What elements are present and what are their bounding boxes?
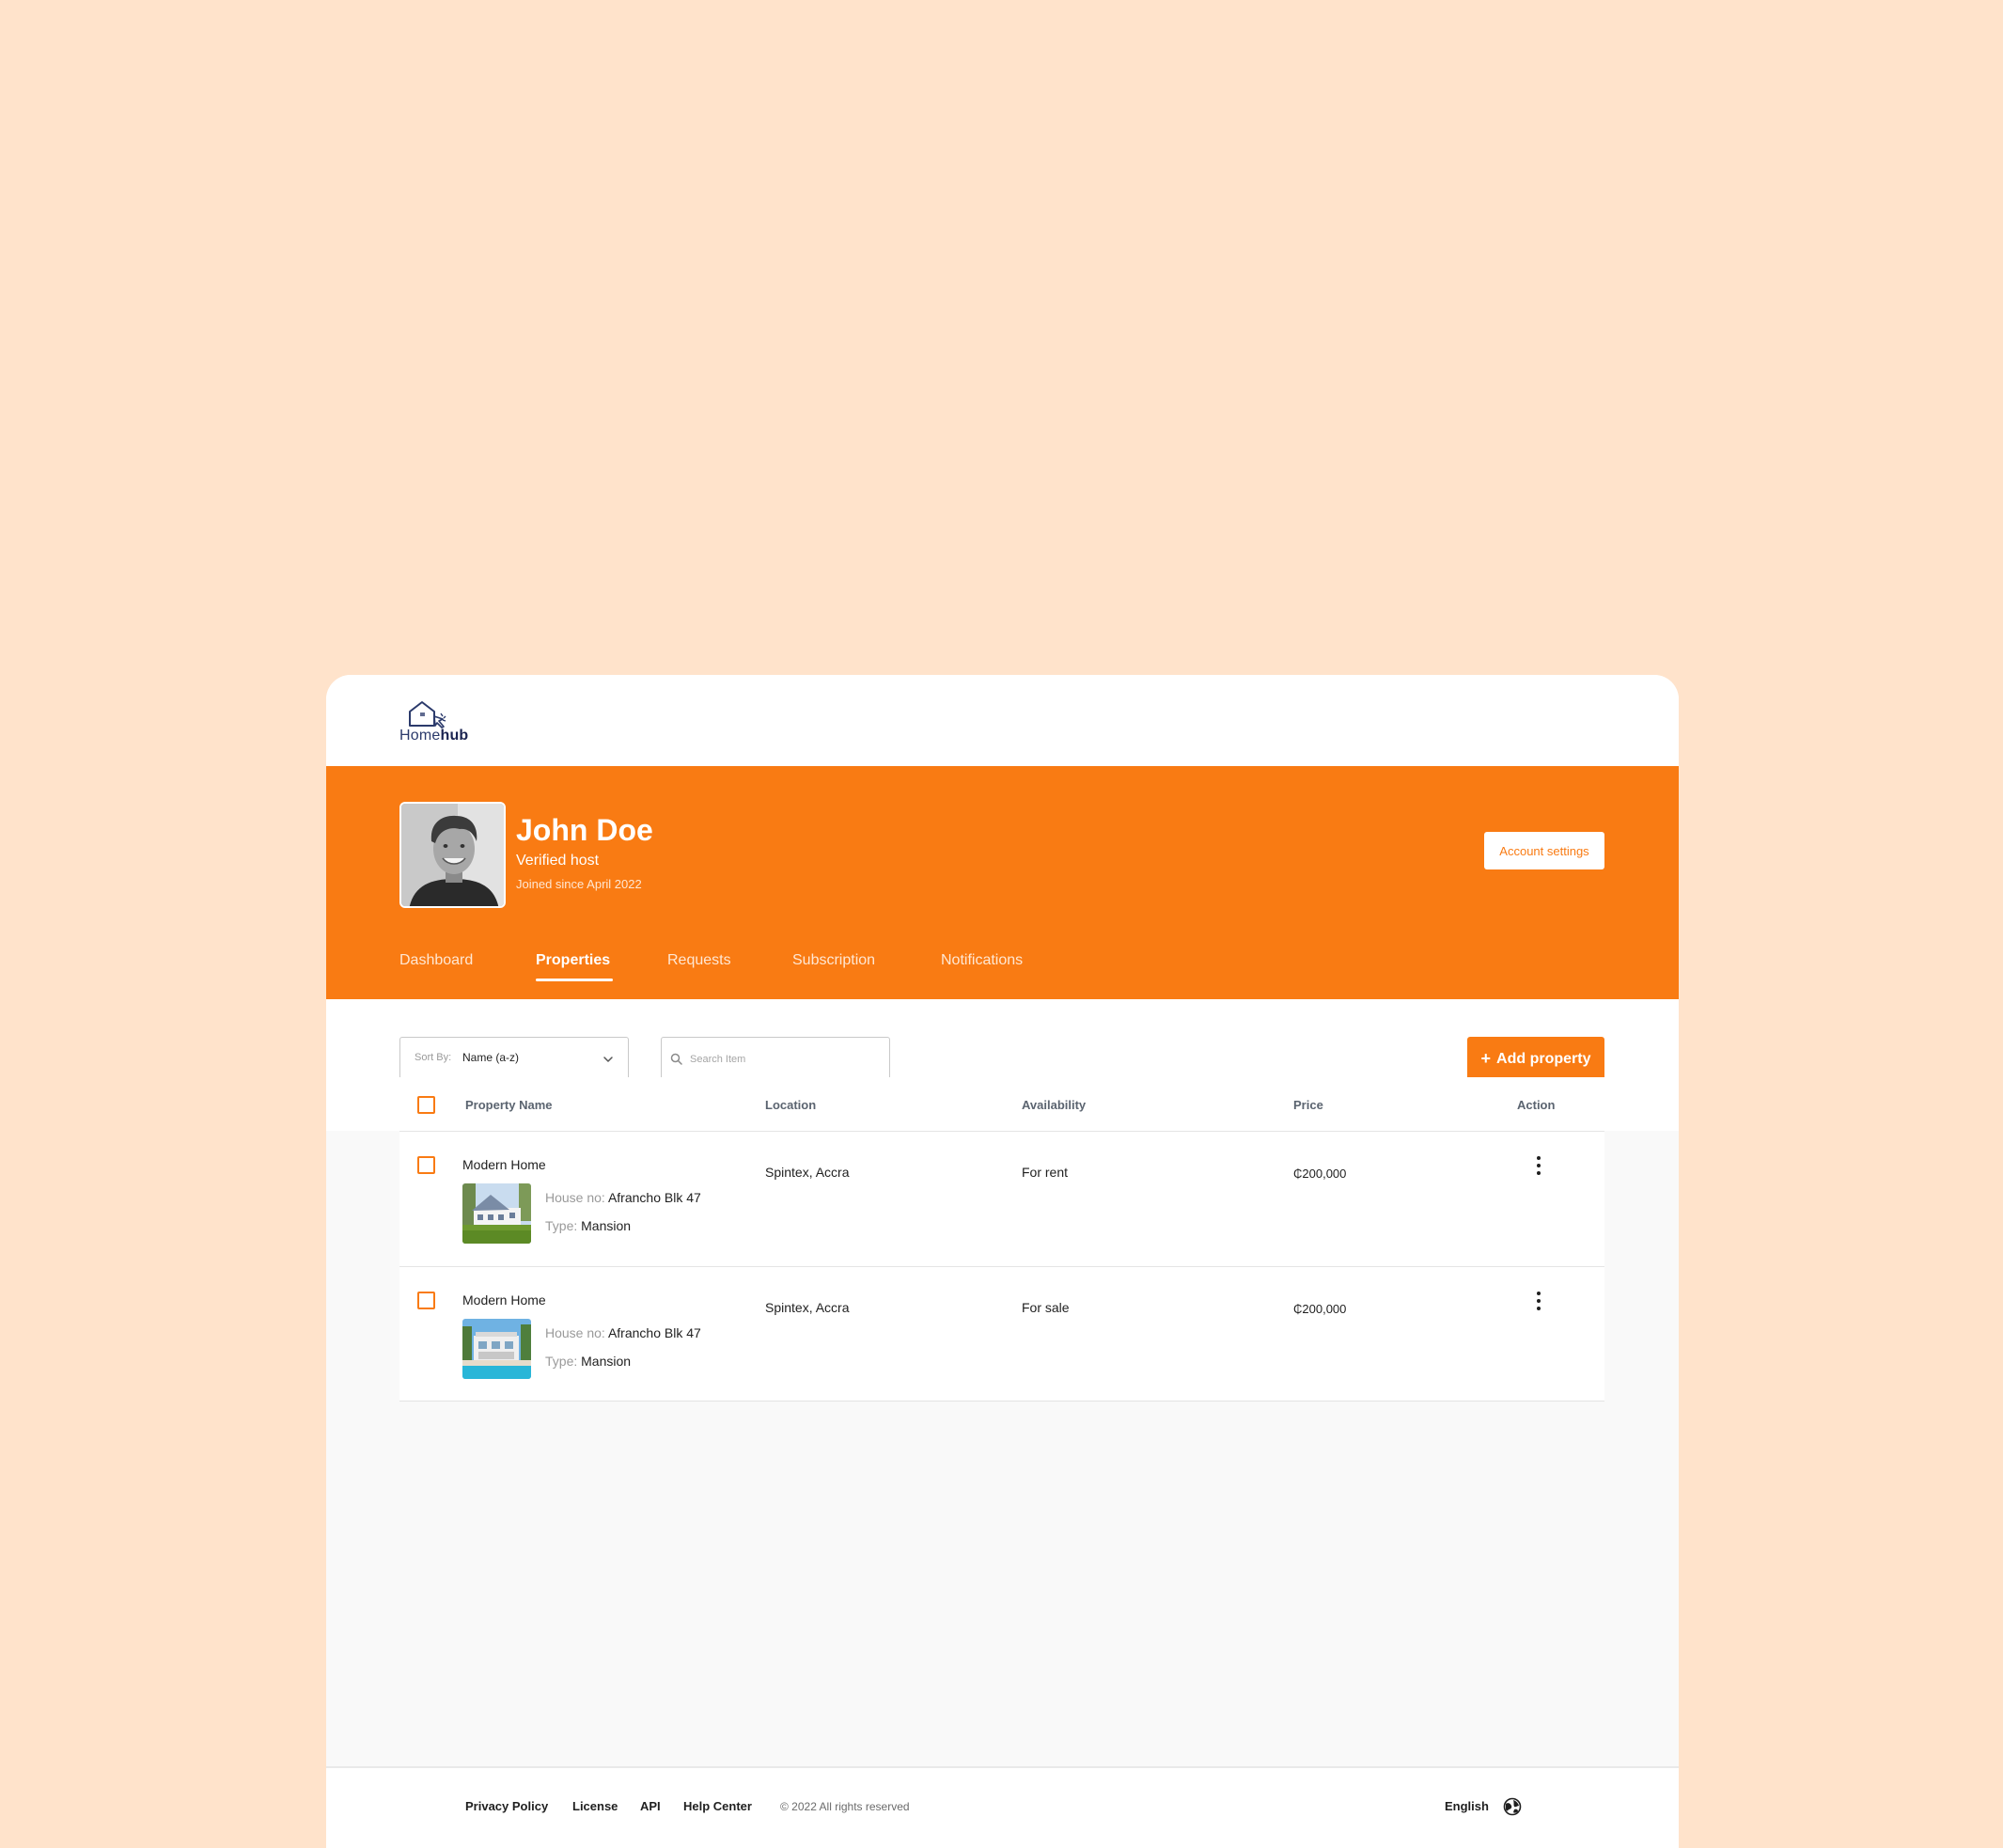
column-property-name[interactable]: Property Name	[465, 1098, 552, 1112]
app-window: Homehub John Doe Verified host Joined si…	[326, 675, 1679, 1848]
property-availability: For rent	[1022, 1165, 1069, 1180]
column-price[interactable]: Price	[1293, 1098, 1323, 1112]
house-no-label: House no:	[545, 1190, 605, 1205]
sort-label: Sort By:	[415, 1052, 452, 1063]
tab-dashboard[interactable]: Dashboard	[399, 952, 473, 969]
search-box	[661, 1037, 890, 1081]
type-label: Type:	[545, 1354, 578, 1369]
property-thumbnail	[462, 1319, 531, 1379]
search-input[interactable]	[690, 1047, 878, 1072]
sort-value: Name (a-z)	[462, 1051, 520, 1064]
column-location[interactable]: Location	[765, 1098, 816, 1112]
property-name: Modern Home	[462, 1157, 546, 1172]
table-header: Property Name Location Availability Pric…	[399, 1077, 1604, 1130]
property-location: Spintex, Accra	[765, 1300, 850, 1315]
license-link[interactable]: License	[572, 1799, 618, 1813]
type-label: Type:	[545, 1218, 578, 1233]
select-all-checkbox[interactable]	[417, 1096, 435, 1114]
avatar	[399, 802, 506, 908]
property-price: ₵200,000	[1293, 1167, 1347, 1181]
copyright-text: © 2022 All rights reserved	[780, 1800, 910, 1813]
homehub-logo[interactable]: Homehub	[399, 699, 484, 748]
house-with-lawn-image	[462, 1183, 531, 1244]
property-location: Spintex, Accra	[765, 1165, 850, 1180]
house-number: House no: Afrancho Blk 47	[545, 1190, 701, 1205]
table-row[interactable]: Modern Home House no: Afrancho Blk 47 Ty…	[399, 1131, 1604, 1266]
property-type: Type: Mansion	[545, 1354, 631, 1369]
house-no-label: House no:	[545, 1325, 605, 1340]
type-value: Mansion	[581, 1218, 632, 1233]
table-row[interactable]: Modern Home House no: Afrancho Blk 47 Ty…	[399, 1266, 1604, 1402]
row-checkbox[interactable]	[417, 1156, 435, 1174]
sort-dropdown[interactable]: Sort By: Name (a-z)	[399, 1037, 629, 1081]
house-no-value: Afrancho Blk 47	[607, 1325, 701, 1340]
tab-properties[interactable]: Properties	[536, 952, 614, 981]
column-availability[interactable]: Availability	[1022, 1098, 1086, 1112]
logo-wordmark: Homehub	[399, 728, 469, 744]
property-thumbnail	[462, 1183, 531, 1244]
content-area: Modern Home House no: Afrancho Blk 47 Ty…	[326, 1131, 1679, 1766]
house-no-value: Afrancho Blk 47	[607, 1190, 701, 1205]
property-availability: For sale	[1022, 1300, 1070, 1315]
api-link[interactable]: API	[640, 1799, 661, 1813]
plus-icon: +	[1480, 1049, 1492, 1068]
house-with-pool-image	[462, 1319, 531, 1379]
tab-requests[interactable]: Requests	[667, 952, 731, 969]
help-center-link[interactable]: Help Center	[683, 1799, 752, 1813]
profile-header: John Doe Verified host Joined since Apri…	[326, 766, 1679, 999]
globe-icon[interactable]	[1503, 1797, 1522, 1816]
profile-photo	[401, 804, 504, 906]
user-joined-date: Joined since April 2022	[516, 877, 642, 891]
row-checkbox[interactable]	[417, 1292, 435, 1309]
top-bar: Homehub	[326, 675, 1679, 766]
add-property-label: Add property	[1496, 1050, 1591, 1067]
privacy-policy-link[interactable]: Privacy Policy	[465, 1799, 548, 1813]
type-value: Mansion	[581, 1354, 632, 1369]
house-cursor-logo-icon	[409, 701, 446, 728]
property-type: Type: Mansion	[545, 1218, 631, 1233]
column-action: Action	[1517, 1098, 1556, 1112]
add-property-button[interactable]: + Add property	[1467, 1037, 1604, 1081]
more-actions-icon[interactable]	[1531, 1290, 1546, 1314]
house-number: House no: Afrancho Blk 47	[545, 1325, 701, 1340]
tab-subscription[interactable]: Subscription	[792, 952, 875, 969]
tab-notifications[interactable]: Notifications	[941, 952, 1023, 969]
property-name: Modern Home	[462, 1292, 546, 1308]
property-table-body: Modern Home House no: Afrancho Blk 47 Ty…	[399, 1131, 1604, 1402]
chevron-down-icon	[603, 1057, 613, 1062]
user-name: John Doe	[516, 813, 653, 847]
search-icon	[670, 1053, 682, 1065]
language-selector[interactable]: English	[1445, 1799, 1489, 1813]
property-price: ₵200,000	[1293, 1302, 1347, 1316]
user-role: Verified host	[516, 853, 600, 869]
more-actions-icon[interactable]	[1531, 1154, 1546, 1179]
footer: Privacy Policy License API Help Center ©…	[326, 1766, 1679, 1848]
account-settings-button[interactable]: Account settings	[1484, 832, 1604, 869]
